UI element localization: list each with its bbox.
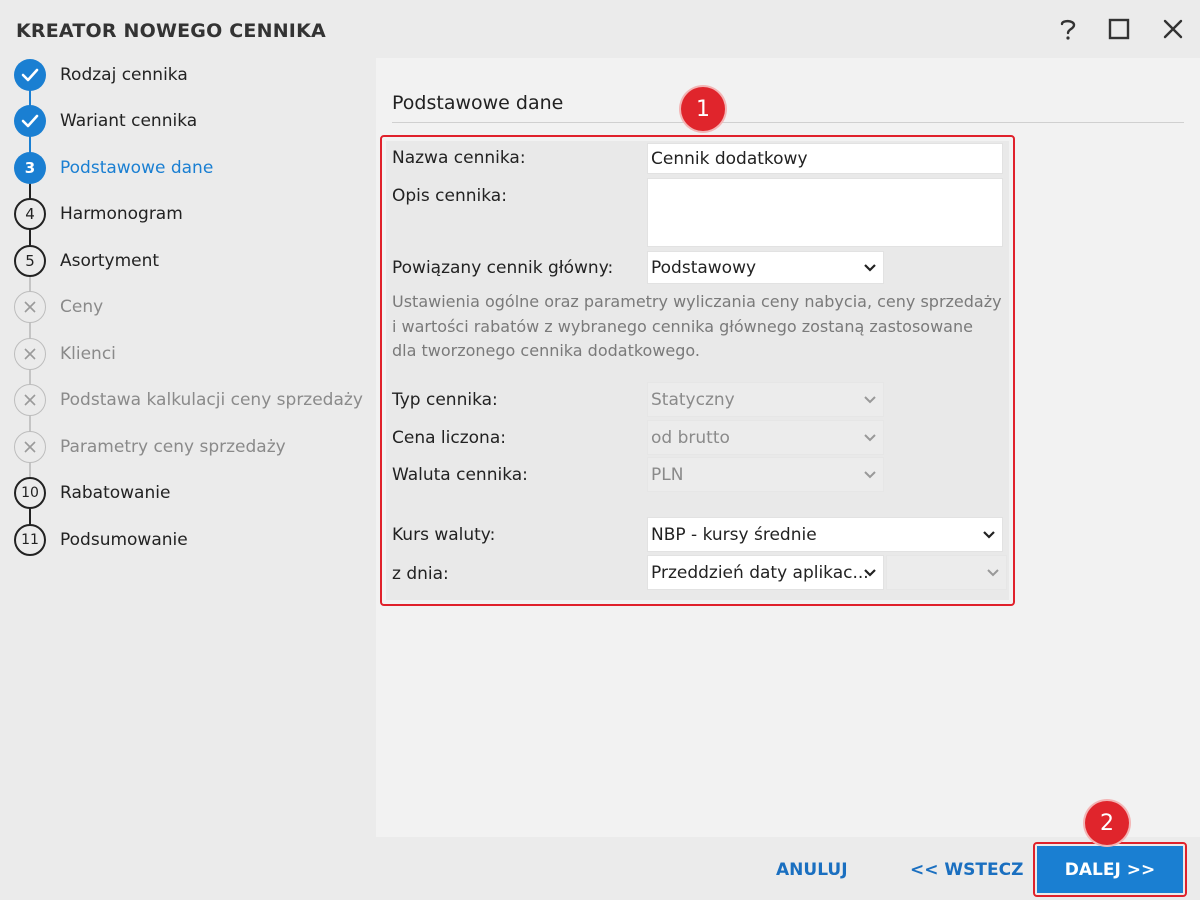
step-number: 11: [14, 524, 46, 556]
step-number: 5: [14, 245, 46, 277]
callout-badge-1: 1: [681, 87, 725, 131]
chevron-down-icon: [864, 433, 876, 441]
next-button[interactable]: DALEJ >>: [1037, 846, 1183, 893]
type-value: Statyczny: [651, 389, 735, 410]
step-item: Parametry ceny sprzedaży: [14, 430, 286, 464]
step-item[interactable]: 3 Podstawowe dane: [14, 151, 213, 185]
cancel-button[interactable]: ANULUJ: [776, 860, 848, 880]
step-item[interactable]: 10 Rabatowanie: [14, 476, 170, 510]
type-select[interactable]: Statyczny: [647, 382, 884, 417]
step-item: Klienci: [14, 337, 116, 371]
question-mark-icon: [1060, 19, 1076, 40]
main-pricelist-label: Powiązany cennik główny:: [392, 258, 614, 278]
window-title: KREATOR NOWEGO CENNIKA: [16, 20, 326, 42]
step-label: Podsumowanie: [60, 530, 188, 550]
rate-label: Kurs waluty:: [392, 525, 496, 545]
step-label: Klienci: [60, 344, 116, 364]
chevron-down-icon: [864, 568, 876, 577]
title-bar: KREATOR NOWEGO CENNIKA: [0, 0, 1200, 58]
date-extra-select[interactable]: [886, 555, 1007, 590]
x-mark-icon: [14, 338, 46, 370]
step-label: Harmonogram: [60, 204, 183, 224]
help-button[interactable]: [1053, 14, 1083, 44]
date-label: z dnia:: [392, 564, 449, 584]
step-label: Podstawowe dane: [60, 158, 214, 178]
main-pricelist-value: Podstawowy: [651, 257, 757, 278]
step-number: 4: [14, 198, 46, 230]
check-icon: [14, 105, 46, 137]
x-mark-icon: [14, 431, 46, 463]
step-item[interactable]: Wariant cennika: [14, 104, 197, 138]
step-label: Ceny: [60, 297, 104, 317]
step-item[interactable]: 11 Podsumowanie: [14, 523, 188, 557]
section-divider: [392, 122, 1184, 123]
rate-value: NBP - kursy średnie: [651, 524, 817, 545]
chevron-down-icon: [987, 568, 999, 576]
step-item[interactable]: 4 Harmonogram: [14, 197, 183, 231]
close-icon: [1163, 19, 1183, 39]
price-basis-label: Cena liczona:: [392, 428, 506, 448]
step-label: Asortyment: [60, 251, 160, 271]
chevron-down-icon: [864, 470, 876, 478]
step-label: Parametry ceny sprzedaży: [60, 437, 286, 457]
price-basis-select[interactable]: od brutto: [647, 420, 884, 455]
x-mark-icon: [14, 384, 46, 416]
price-basis-value: od brutto: [651, 427, 730, 448]
main-pricelist-select[interactable]: Podstawowy: [647, 251, 884, 284]
chevron-down-icon: [983, 530, 995, 539]
main-pricelist-hint: Ustawienia ogólne oraz parametry wylicza…: [392, 292, 1002, 360]
step-label: Wariant cennika: [60, 111, 198, 131]
step-label: Rabatowanie: [60, 483, 171, 503]
currency-value: PLN: [651, 464, 684, 485]
currency-select[interactable]: PLN: [647, 457, 884, 492]
step-label: Rodzaj cennika: [60, 65, 188, 85]
date-select[interactable]: Przeddzień daty aplikac...: [647, 555, 884, 590]
maximize-button[interactable]: [1104, 14, 1134, 44]
back-button[interactable]: << WSTECZ: [910, 860, 1023, 880]
step-item: Ceny: [14, 290, 103, 324]
close-button[interactable]: [1158, 14, 1188, 44]
step-item[interactable]: 5 Asortyment: [14, 244, 159, 278]
step-number: 3: [14, 152, 46, 184]
x-mark-icon: [14, 291, 46, 323]
type-label: Typ cennika:: [392, 390, 498, 410]
step-number: 10: [14, 477, 46, 509]
callout-badge-2: 2: [1085, 801, 1129, 845]
step-item: Podstawa kalkulacji ceny sprzedaży: [14, 383, 363, 417]
chevron-down-icon: [864, 395, 876, 403]
currency-label: Waluta cennika:: [392, 465, 528, 485]
chevron-down-icon: [864, 263, 876, 272]
description-label: Opis cennika:: [392, 186, 507, 206]
check-icon: [14, 59, 46, 91]
section-title: Podstawowe dane: [392, 92, 564, 114]
date-value: Przeddzień daty aplikac...: [651, 562, 869, 583]
square-icon: [1108, 18, 1130, 40]
name-input[interactable]: Cennik dodatkowy: [647, 143, 1003, 174]
step-label: Podstawa kalkulacji ceny sprzedaży: [60, 390, 363, 410]
description-textarea[interactable]: [647, 178, 1003, 247]
step-item[interactable]: Rodzaj cennika: [14, 58, 188, 92]
name-input-value: Cennik dodatkowy: [651, 148, 808, 169]
rate-select[interactable]: NBP - kursy średnie: [647, 517, 1003, 552]
name-label: Nazwa cennika:: [392, 148, 526, 168]
